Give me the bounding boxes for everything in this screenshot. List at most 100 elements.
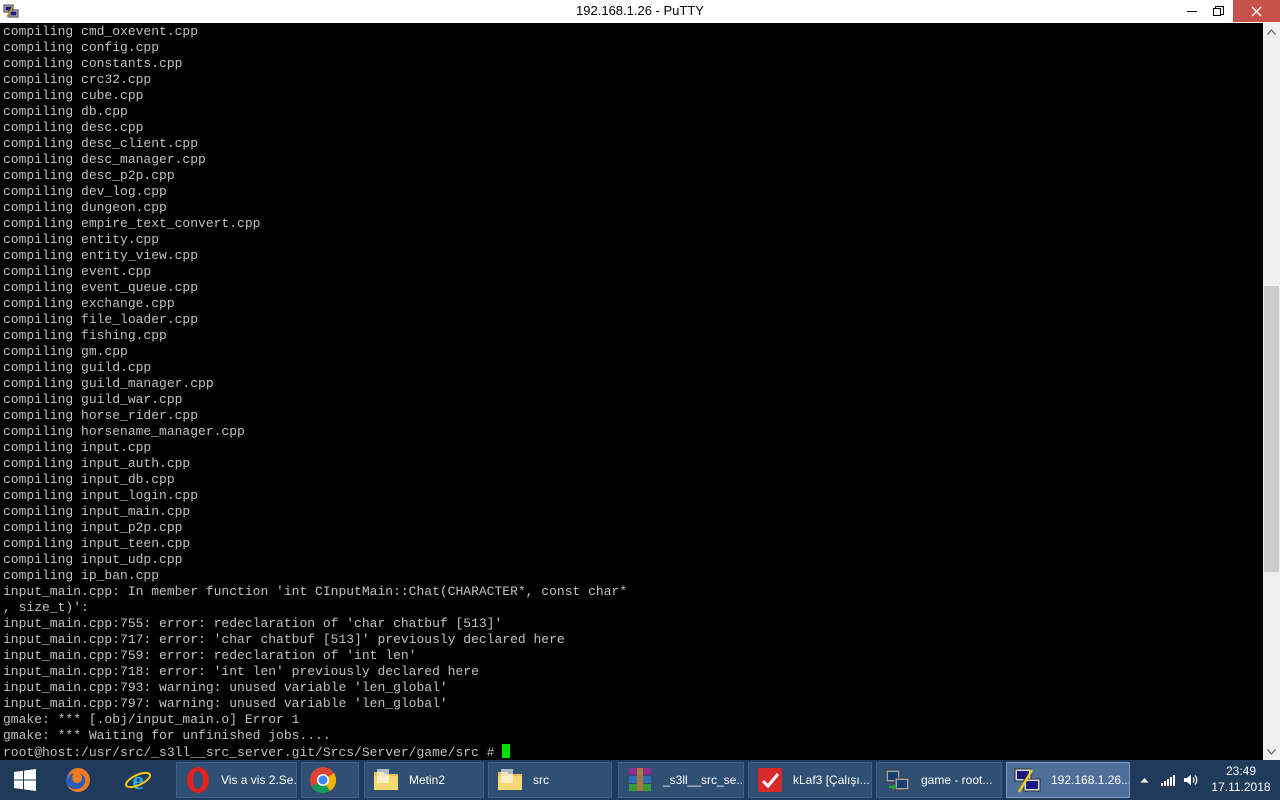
terminal-line: input_main.cpp:755: error: redeclaration… <box>3 616 503 631</box>
terminal-line: compiling cube.cpp <box>3 88 144 103</box>
close-button[interactable] <box>1233 0 1280 22</box>
terminal-line: input_main.cpp:793: warning: unused vari… <box>3 680 448 695</box>
text-cursor <box>502 744 511 758</box>
terminal-line: compiling ip_ban.cpp <box>3 568 160 583</box>
taskbar-item-label: kLaf3 [Çalışı... <box>793 773 870 787</box>
terminal-line: compiling horse_rider.cpp <box>3 408 199 423</box>
chevron-down-icon <box>1267 748 1276 755</box>
taskbar-item[interactable]: _s3ll__src_se... <box>618 762 744 798</box>
winrar-icon <box>625 765 655 795</box>
taskbar-item[interactable]: game - root... <box>876 762 1002 798</box>
terminal-line: compiling crc32.cpp <box>3 72 152 87</box>
terminal-line: gmake: *** [.obj/input_main.o] Error 1 <box>3 712 300 727</box>
title-bar[interactable]: 192.168.1.26 - PuTTY <box>0 0 1280 24</box>
klaf-icon <box>755 765 785 795</box>
terminal-line: gmake: *** Waiting for unfinished jobs..… <box>3 728 331 743</box>
putty-icon <box>1013 765 1043 795</box>
terminal-line: compiling input_udp.cpp <box>3 552 183 567</box>
taskbar-item[interactable]: kLaf3 [Çalışı... <box>748 762 872 798</box>
terminal-line: compiling dungeon.cpp <box>3 200 167 215</box>
taskbar-item[interactable] <box>301 762 359 798</box>
terminal-lines: compiling cmd_oxevent.cpp compiling confi… <box>3 24 627 760</box>
clock-time: 23:49 <box>1225 764 1257 778</box>
terminal-line: compiling desc_manager.cpp <box>3 152 206 167</box>
terminal-line: compiling exchange.cpp <box>3 296 175 311</box>
terminal-line: compiling input_login.cpp <box>3 488 199 503</box>
vertical-scrollbar[interactable] <box>1263 23 1280 760</box>
terminal-line: compiling guild.cpp <box>3 360 152 375</box>
terminal-line: compiling entity.cpp <box>3 232 160 247</box>
clock[interactable]: 23:49 17.11.2018 <box>1205 763 1277 795</box>
taskbar-item[interactable]: 192.168.1.26... <box>1006 762 1130 798</box>
terminal-line: input_main.cpp:797: warning: unused vari… <box>3 696 448 711</box>
clock-date: 17.11.2018 <box>1211 780 1271 794</box>
svg-text:e: e <box>132 766 144 795</box>
terminal-line: compiling dev_log.cpp <box>3 184 167 199</box>
terminal-line: compiling input_auth.cpp <box>3 456 191 471</box>
pinned-firefox[interactable] <box>50 760 106 800</box>
pinned-internet-explorer[interactable]: e <box>110 760 166 800</box>
scroll-down-button[interactable] <box>1263 743 1280 760</box>
taskbar-item[interactable]: src <box>488 762 612 798</box>
terminal-line: compiling guild_war.cpp <box>3 392 183 407</box>
network-signal-icon[interactable] <box>1159 771 1177 789</box>
taskbar-item[interactable]: Vis a vis 2.Se... <box>176 762 297 798</box>
terminal-line: compiling input.cpp <box>3 440 152 455</box>
terminal-line: input_main.cpp:718: error: 'int len' pre… <box>3 664 479 679</box>
terminal-line: input_main.cpp: In member function 'int … <box>3 584 628 599</box>
chrome-icon <box>308 765 338 795</box>
taskbar-item[interactable]: Metin2 <box>364 762 484 798</box>
terminal-line: compiling db.cpp <box>3 104 128 119</box>
terminal-line: input_main.cpp:759: error: redeclaration… <box>3 648 417 663</box>
terminal-line: compiling desc_client.cpp <box>3 136 199 151</box>
terminal-line: compiling event_queue.cpp <box>3 280 199 295</box>
terminal-line: compiling empire_text_convert.cpp <box>3 216 261 231</box>
shell-prompt: root@host:/usr/src/_s3ll__src_server.git… <box>3 745 503 760</box>
terminal-line: compiling desc.cpp <box>3 120 144 135</box>
scroll-up-button[interactable] <box>1263 23 1280 40</box>
minimize-icon <box>1187 11 1197 12</box>
terminal-line: compiling input_db.cpp <box>3 472 175 487</box>
terminal-line: compiling cmd_oxevent.cpp <box>3 24 199 39</box>
terminal-prompt-line: root@host:/usr/src/_s3ll__src_server.git… <box>3 744 627 760</box>
winscp-icon <box>883 765 913 795</box>
taskbar-item-label: Metin2 <box>409 773 446 787</box>
start-button[interactable] <box>0 760 50 800</box>
terminal-line: compiling desc_p2p.cpp <box>3 168 175 183</box>
taskbar-item-label: _s3ll__src_se... <box>663 773 743 787</box>
show-hidden-icon[interactable] <box>1135 771 1153 789</box>
taskbar-item-label: 192.168.1.26... <box>1051 773 1129 787</box>
folder-icon <box>495 765 525 795</box>
chevron-up-icon <box>1267 28 1276 35</box>
restore-icon <box>1212 5 1224 16</box>
terminal-line: compiling file_loader.cpp <box>3 312 199 327</box>
terminal-line: compiling gm.cpp <box>3 344 128 359</box>
taskbar-item-label: Vis a vis 2.Se... <box>221 773 296 787</box>
windows-start-icon <box>14 769 36 791</box>
window-title: 192.168.1.26 - PuTTY <box>576 3 704 18</box>
folder-icon <box>371 765 401 795</box>
firefox-icon <box>66 768 90 792</box>
volume-icon[interactable] <box>1182 771 1200 789</box>
scroll-thumb[interactable] <box>1264 286 1279 572</box>
restore-button[interactable] <box>1203 0 1233 22</box>
close-icon <box>1251 6 1262 16</box>
terminal-line: compiling config.cpp <box>3 40 160 55</box>
terminal-line: compiling fishing.cpp <box>3 328 167 343</box>
terminal-line: compiling entity_view.cpp <box>3 248 199 263</box>
terminal-line: input_main.cpp:717: error: 'char chatbuf… <box>3 632 565 647</box>
taskbar-item-label: src <box>533 773 549 787</box>
terminal-line: , size_t)': <box>3 600 89 615</box>
terminal-line: compiling guild_manager.cpp <box>3 376 214 391</box>
terminal-line: compiling horsename_manager.cpp <box>3 424 245 439</box>
opera-icon <box>183 765 213 795</box>
terminal-output[interactable]: compiling cmd_oxevent.cpp compiling confi… <box>0 23 1263 760</box>
taskbar-item-label: game - root... <box>921 773 993 787</box>
taskbar: e Vis a vis 2.Se... Metin2 src _s3ll__src_s… <box>0 760 1280 800</box>
terminal-line: compiling input_main.cpp <box>3 504 191 519</box>
internet-explorer-icon: e <box>125 766 151 795</box>
terminal-line: compiling event.cpp <box>3 264 152 279</box>
terminal-line: compiling input_p2p.cpp <box>3 520 183 535</box>
terminal-line: compiling constants.cpp <box>3 56 183 71</box>
terminal-line: compiling input_teen.cpp <box>3 536 191 551</box>
